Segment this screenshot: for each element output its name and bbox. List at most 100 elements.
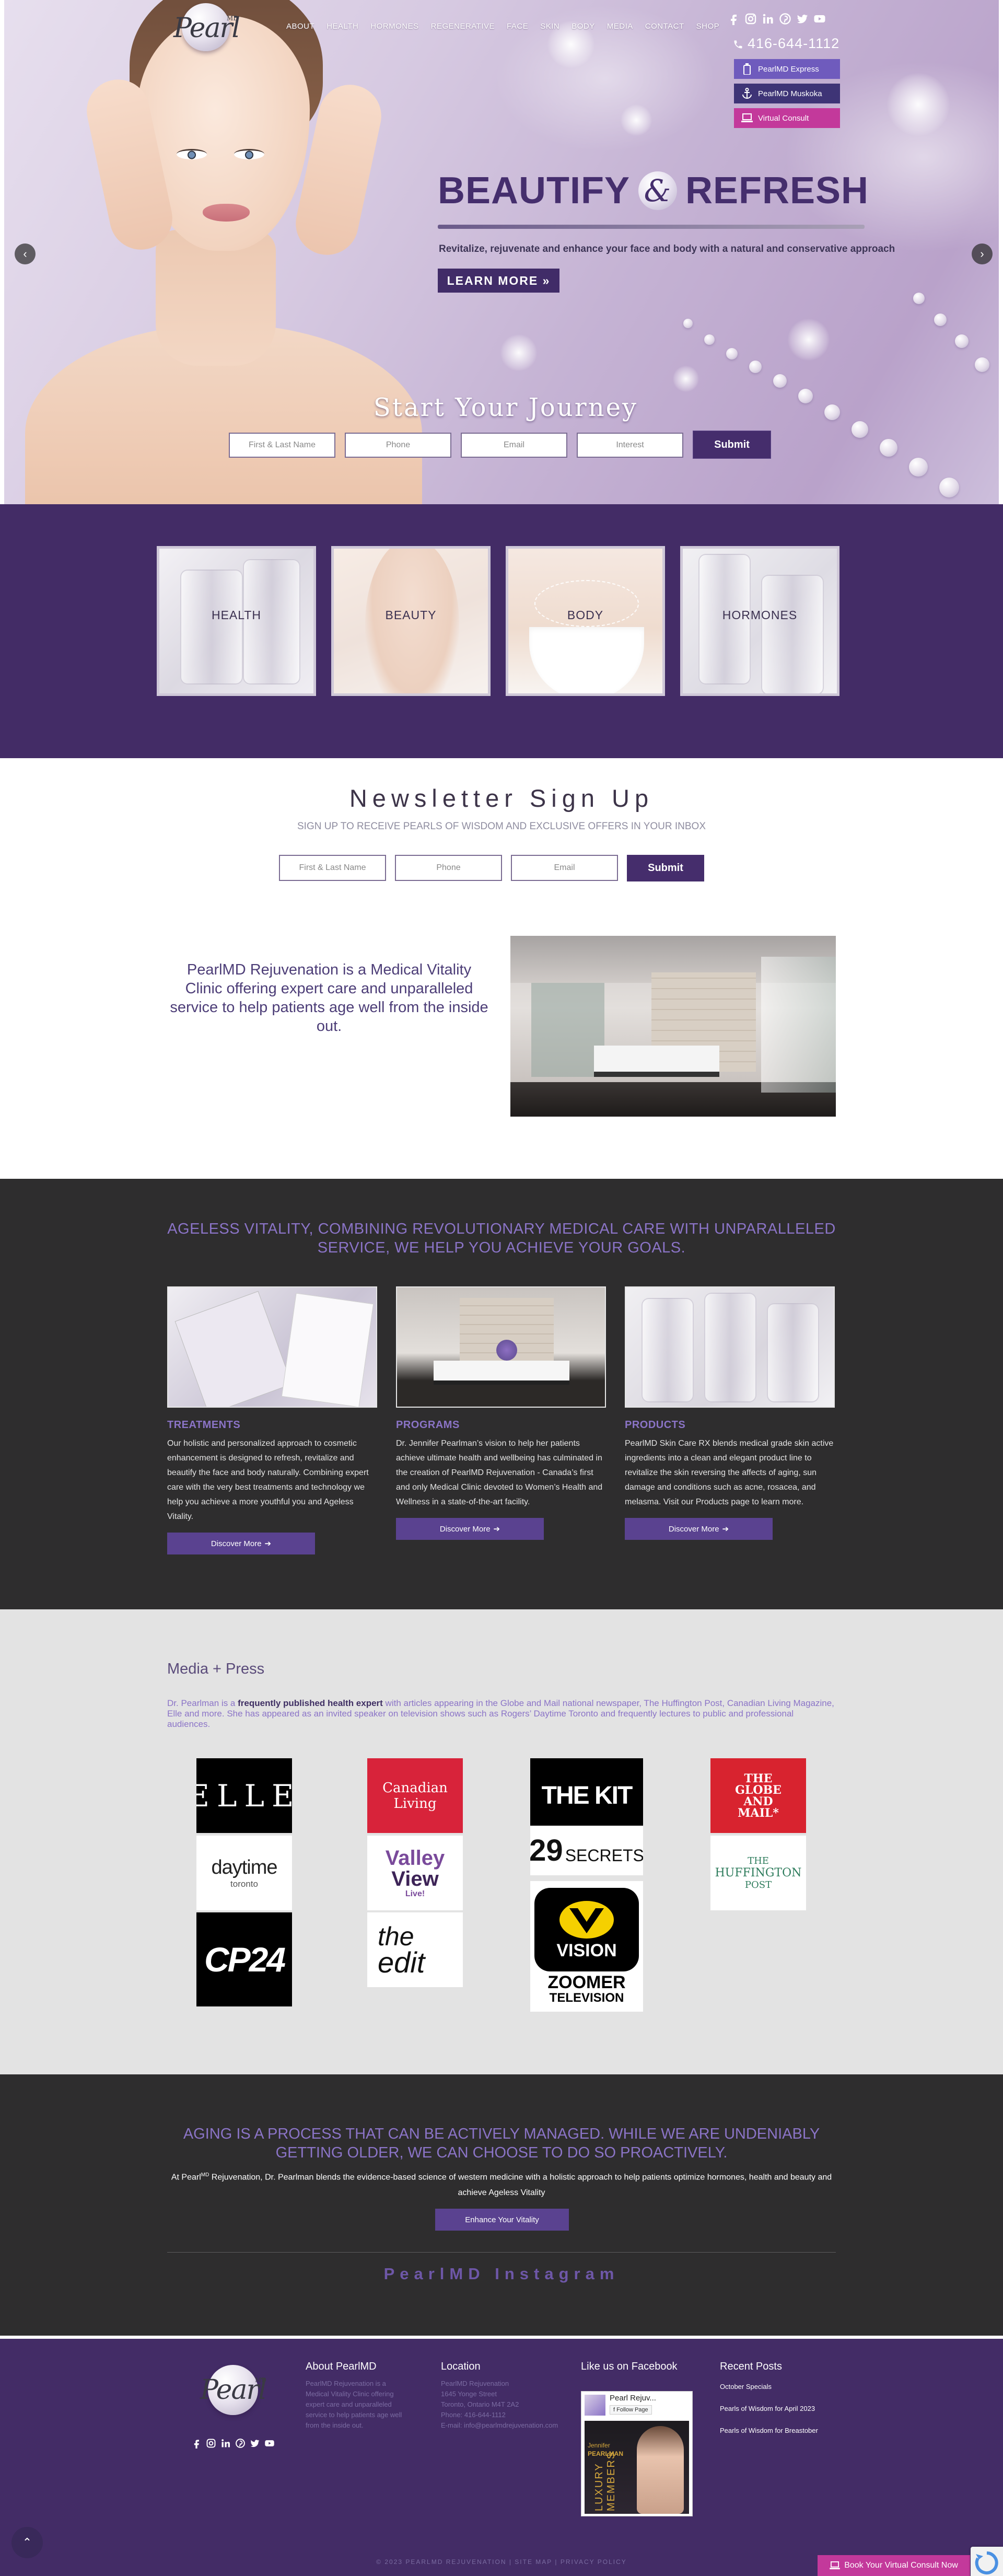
footer-social — [191, 2438, 275, 2449]
chevron-right-icon: › — [980, 247, 984, 260]
slider-prev-button[interactable]: ‹ — [15, 243, 36, 264]
programs-text: Dr. Jennifer Pearlman’s vision to help h… — [396, 1439, 603, 1506]
journey-name-input[interactable]: First & Last Name — [229, 433, 335, 458]
hero-subtitle: Revitalize, rejuvenate and enhance your … — [439, 243, 895, 254]
facebook-follow-button[interactable]: f Follow Page — [610, 2405, 652, 2415]
pinterest-icon[interactable] — [235, 2438, 246, 2449]
vision-zoomer-logo[interactable]: VISION ZOOMER TELEVISION — [530, 1881, 643, 2012]
header-phone[interactable]: 416-644-1112 — [733, 36, 839, 52]
newsletter-phone-input[interactable]: Phone — [395, 855, 502, 881]
nav-hormones[interactable]: HORMONES — [370, 22, 418, 31]
recent-post-link[interactable]: October Specials — [720, 2383, 772, 2391]
secrets-number: 29 — [530, 1834, 563, 1867]
nav-body[interactable]: BODY — [572, 22, 595, 31]
virtual-consult-button[interactable]: Virtual Consult — [734, 108, 840, 128]
aging-text: At PearlMD Rejuvenation, Dr. Pearlman bl… — [167, 2167, 836, 2201]
pearl — [852, 421, 868, 438]
nav-contact[interactable]: CONTACT — [645, 22, 684, 31]
products-card: PRODUCTS PearlMD Skin Care RX blends med… — [625, 1286, 835, 1540]
twitter-icon[interactable] — [796, 13, 809, 25]
express-button[interactable]: PearlMD Express — [734, 59, 840, 79]
facebook-avatar — [585, 2395, 605, 2416]
recaptcha-badge[interactable] — [971, 2547, 1003, 2576]
nav-skin[interactable]: SKIN — [540, 22, 559, 31]
category-tiles: HEALTH BEAUTY BODY HORMONES — [0, 504, 1003, 758]
newsletter-email-input[interactable]: Email — [511, 855, 618, 881]
book-consult-button[interactable]: Book Your Virtual Consult Now — [818, 2555, 970, 2576]
muskoka-label: PearlMD Muskoka — [758, 89, 822, 98]
huffington-post-logo[interactable]: THE HUFFINGTON POST — [710, 1836, 806, 1910]
pearl — [880, 439, 897, 457]
programs-discover-button[interactable]: Discover More ➔ — [396, 1518, 544, 1540]
tile-hormones[interactable]: HORMONES — [680, 546, 839, 696]
muskoka-button[interactable]: PearlMD Muskoka — [734, 84, 840, 103]
journey-submit-button[interactable]: Submit — [693, 431, 771, 459]
hero-title: BEAUTIFY & REFRESH — [438, 169, 869, 212]
youtube-icon[interactable] — [813, 13, 826, 25]
treatments-discover-button[interactable]: Discover More ➔ — [167, 1533, 315, 1554]
pearl — [726, 348, 738, 359]
clinic-interior-image — [510, 936, 836, 1117]
journey-interest-select[interactable]: Interest — [577, 433, 683, 458]
instagram-icon[interactable] — [744, 13, 757, 25]
location-phone[interactable]: Phone: 416-644-1112 — [441, 2410, 561, 2420]
nav-face[interactable]: FACE — [507, 22, 528, 31]
lips — [203, 204, 250, 222]
tile-health[interactable]: HEALTH — [157, 546, 316, 696]
the-kit-logo[interactable]: THE KIT — [530, 1758, 643, 1833]
pearl — [939, 478, 959, 497]
recent-post-link[interactable]: Pearls of Wisdom for April 2023 — [720, 2405, 815, 2412]
facebook-icon[interactable] — [727, 13, 740, 25]
twitter-icon[interactable] — [250, 2438, 260, 2449]
cp24-logo[interactable]: CP24 — [196, 1912, 292, 2006]
tile-body[interactable]: BODY — [506, 546, 665, 696]
journey-email-input[interactable]: Email — [461, 433, 567, 458]
globe-and-mail-logo[interactable]: THE GLOBE AND MAIL* — [710, 1758, 806, 1833]
left-eye — [177, 149, 207, 159]
29-secrets-logo[interactable]: 29 SECRETS — [530, 1826, 643, 1875]
newsletter-submit-button[interactable]: Submit — [627, 855, 704, 881]
journey-phone-input[interactable]: Phone — [345, 433, 451, 458]
back-to-top-button[interactable]: ⌃ — [11, 2527, 43, 2558]
card-image — [281, 1293, 374, 1407]
treatments-image — [167, 1286, 377, 1408]
daytime-toronto-logo[interactable]: daytime toronto — [196, 1836, 292, 1910]
slider-next-button[interactable]: › — [972, 243, 993, 264]
nav-regenerative[interactable]: REGENERATIVE — [431, 22, 495, 31]
footer-facebook-title: Like us on Facebook — [581, 2361, 678, 2372]
facebook-icon[interactable] — [191, 2438, 202, 2449]
nav-about[interactable]: ABOUT — [286, 22, 314, 31]
recent-post-link[interactable]: Pearls of Wisdom for Breastober — [720, 2427, 818, 2434]
the-edit-logo[interactable]: the edit — [367, 1912, 463, 1987]
globe-line4: MAIL* — [738, 1806, 779, 1820]
site-logo[interactable]: Pearl MD — [172, 1, 240, 59]
pinterest-icon[interactable] — [779, 13, 791, 25]
hero-title-right: REFRESH — [685, 170, 869, 212]
elle-logo[interactable]: ELLE — [196, 1758, 292, 1833]
linkedin-icon[interactable] — [762, 13, 774, 25]
nav-media[interactable]: MEDIA — [607, 22, 633, 31]
facebook-widget[interactable]: Pearl Rejuv... f Follow Page Jennifer PE… — [581, 2391, 693, 2516]
facebook-page-name: Pearl Rejuv... — [610, 2394, 656, 2403]
newsletter-name-input[interactable]: First & Last Name — [279, 855, 386, 881]
bokeh — [621, 105, 652, 136]
laptop-icon — [830, 2561, 840, 2570]
pearl — [773, 374, 787, 388]
reception-desk — [594, 1046, 719, 1077]
linkedin-icon[interactable] — [220, 2438, 231, 2449]
tile-beauty[interactable]: BEAUTY — [331, 546, 491, 696]
youtube-icon[interactable] — [264, 2438, 275, 2449]
products-discover-button[interactable]: Discover More ➔ — [625, 1518, 773, 1540]
learn-more-button[interactable]: LEARN MORE » — [438, 269, 559, 293]
enhance-vitality-button[interactable]: Enhance Your Vitality — [435, 2209, 569, 2231]
footer-logo[interactable]: Pearl MD — [196, 2363, 270, 2420]
anchor-icon — [741, 88, 753, 99]
footer-posts-title: Recent Posts — [720, 2361, 782, 2372]
nav-shop[interactable]: SHOP — [696, 22, 720, 31]
valley-view-live-logo[interactable]: Valley View Live! — [367, 1836, 463, 1910]
instagram-icon[interactable] — [206, 2438, 216, 2449]
canadian-living-logo[interactable]: Canadian Living — [367, 1758, 463, 1833]
tile-bottle-image — [180, 570, 243, 684]
location-email[interactable]: E-mail: info@pearlmdrejuvenation.com — [441, 2420, 561, 2431]
nav-health[interactable]: HEALTH — [326, 22, 358, 31]
